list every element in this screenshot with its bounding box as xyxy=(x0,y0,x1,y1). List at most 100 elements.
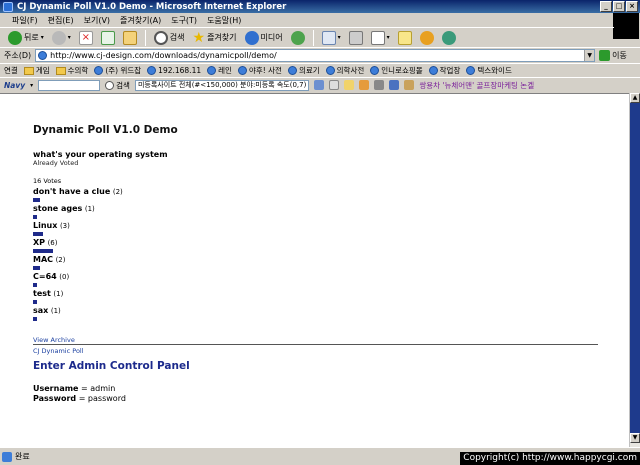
toolbar-tool-icon[interactable] xyxy=(314,80,325,90)
poll-option-count: (0) xyxy=(59,273,70,281)
link-item[interactable]: 야후! 사전 xyxy=(237,65,282,76)
mail-button[interactable]: ▾ xyxy=(320,29,343,47)
navy-search-label: 검색 xyxy=(116,80,130,90)
poll-option-label: MAC xyxy=(33,255,54,264)
minimize-button[interactable]: _ xyxy=(600,1,612,12)
toolbar-tool-icon[interactable] xyxy=(374,80,385,90)
page-done-icon xyxy=(2,451,12,462)
link-item[interactable]: 텍스와이드 xyxy=(466,65,512,76)
refresh-button[interactable] xyxy=(99,29,117,47)
media-label: 미디어 xyxy=(260,33,283,42)
scroll-down-button[interactable]: ▼ xyxy=(630,433,640,443)
poll-options: don't have a clue (2) stone ages (1) Linux… xyxy=(33,187,603,321)
link-item[interactable]: 수의학 xyxy=(55,65,88,76)
navy-info-field[interactable]: 미등록사이트 전체(#<150,000) 분야:미등록 속도(0,7) xyxy=(134,79,310,91)
menu-favorites[interactable]: 즐겨찾기(A) xyxy=(120,15,161,26)
go-button[interactable]: 이동 xyxy=(599,50,627,61)
media-icon xyxy=(244,30,259,45)
brand-link[interactable]: CJ Dynamic Poll xyxy=(33,346,603,357)
toolbar-tool-icon[interactable] xyxy=(329,80,340,90)
messenger-button[interactable] xyxy=(418,29,436,47)
poll-result-bar xyxy=(33,215,37,219)
password-label: Password xyxy=(33,394,77,403)
page-icon xyxy=(94,66,104,75)
link-label: 텍스와이드 xyxy=(477,66,512,75)
media-button[interactable]: 미디어 xyxy=(243,29,285,47)
edit-button[interactable]: ▾ xyxy=(369,29,392,47)
refresh-icon xyxy=(100,30,115,45)
chevron-down-icon: ▾ xyxy=(386,34,390,41)
search-button[interactable]: 검색 xyxy=(152,29,187,47)
toolbar-tool-icon[interactable] xyxy=(389,80,400,90)
back-button[interactable]: 뒤로 ▾ xyxy=(6,29,46,47)
poll-option-label: sax xyxy=(33,306,49,315)
username-label: Username xyxy=(33,384,79,393)
windows-logo-icon xyxy=(613,13,639,39)
link-item[interactable]: 레인 xyxy=(207,65,232,76)
link-item[interactable]: 192.168.11 xyxy=(147,66,201,75)
discuss-button[interactable] xyxy=(396,29,414,47)
close-button[interactable]: × xyxy=(626,1,638,12)
poll-question: what's your operating system xyxy=(33,150,168,159)
page-icon xyxy=(325,66,335,75)
stop-button[interactable]: × xyxy=(77,29,95,47)
page-content: Dynamic Poll V1.0 Demo what's your opera… xyxy=(0,93,629,447)
ie-icon xyxy=(3,1,13,12)
history-button[interactable] xyxy=(289,29,307,47)
home-button[interactable] xyxy=(121,29,139,47)
research-button[interactable] xyxy=(440,29,458,47)
poll-option-label: C=64 xyxy=(33,272,57,281)
scroll-thumb[interactable] xyxy=(630,103,640,433)
search-icon xyxy=(153,30,168,45)
status-text: 완료 xyxy=(15,452,30,461)
link-item[interactable]: (주) 위드잡 xyxy=(94,65,141,76)
navy-search-input[interactable] xyxy=(38,79,101,91)
navy-search-button[interactable]: 검색 xyxy=(105,80,130,91)
toolbar-tool-icon[interactable] xyxy=(359,80,370,90)
navy-logo: Navy xyxy=(4,80,26,90)
poll-option: MAC (2) xyxy=(33,255,603,270)
menu-view[interactable]: 보기(V) xyxy=(84,15,110,26)
link-label: 게임 xyxy=(35,66,50,75)
link-item[interactable]: 의료기 xyxy=(287,65,320,76)
window-titlebar: CJ Dynamic Poll V1.0 Demo - Microsoft In… xyxy=(0,0,640,13)
camera-icon[interactable] xyxy=(404,80,415,90)
page-icon xyxy=(207,66,217,75)
vertical-scrollbar[interactable]: ▲ ▼ xyxy=(629,93,640,447)
username-value: = admin xyxy=(81,384,116,393)
navy-ad-text[interactable]: 쌍용차 '뉴체어맨' 골프장마케팅 논겔 xyxy=(419,80,534,91)
password-row: Password = password xyxy=(33,394,126,404)
page-icon xyxy=(370,66,380,75)
lock-icon[interactable] xyxy=(344,80,355,90)
note-icon xyxy=(397,30,412,45)
print-button[interactable] xyxy=(347,29,365,47)
forward-button[interactable]: ▾ xyxy=(50,29,73,47)
page-icon xyxy=(237,66,247,75)
address-input[interactable]: http://www.cj-design.com/downloads/dynam… xyxy=(35,49,596,62)
menu-tools[interactable]: 도구(T) xyxy=(171,15,197,26)
poll-result-bar xyxy=(33,317,37,321)
link-label: 인니로쇼핑몰 xyxy=(381,66,423,75)
forward-arrow-icon xyxy=(51,30,66,45)
poll-option: stone ages (1) xyxy=(33,204,603,219)
scroll-up-button[interactable]: ▲ xyxy=(630,93,640,103)
menu-edit[interactable]: 편집(E) xyxy=(48,15,74,26)
divider xyxy=(33,344,598,345)
messenger-icon xyxy=(419,30,434,45)
favorites-button[interactable]: ★ 즐겨찾기 xyxy=(191,29,239,47)
menu-help[interactable]: 도움말(H) xyxy=(207,15,241,26)
poll-option: don't have a clue (2) xyxy=(33,187,603,202)
admin-panel-title: Enter Admin Control Panel xyxy=(33,360,190,372)
poll-option: sax (1) xyxy=(33,306,603,321)
link-label: 192.168.11 xyxy=(158,66,202,75)
link-item[interactable]: 작업장 xyxy=(428,65,460,76)
menu-file[interactable]: 파일(F) xyxy=(12,15,38,26)
link-item[interactable]: 인니로쇼핑몰 xyxy=(370,65,423,76)
stop-icon: × xyxy=(78,30,93,45)
maximize-button[interactable]: □ xyxy=(613,1,625,12)
link-item[interactable]: 의학사전 xyxy=(325,65,364,76)
address-dropdown-button[interactable]: ▼ xyxy=(584,50,595,61)
mail-icon xyxy=(321,30,336,45)
poll-result-bar xyxy=(33,249,54,253)
link-item[interactable]: 게임 xyxy=(23,65,50,76)
